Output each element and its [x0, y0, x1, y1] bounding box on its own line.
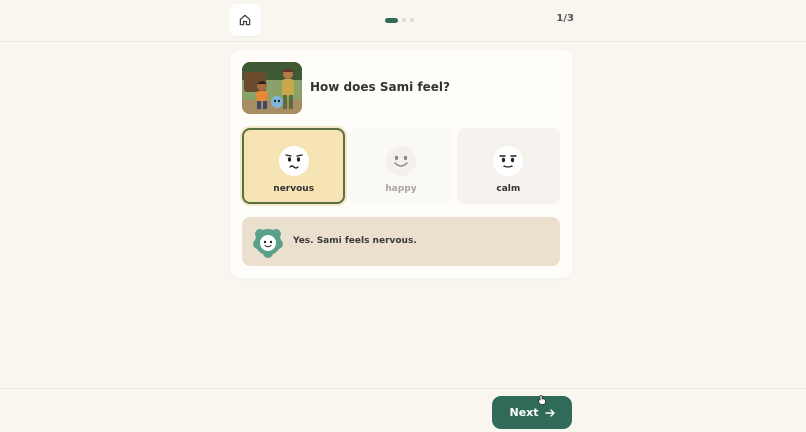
arrow-right-icon — [544, 408, 555, 417]
option-nervous[interactable]: nervous — [242, 128, 346, 204]
top-bar: 1/3 — [0, 0, 806, 42]
mouse-pointer-icon — [538, 395, 546, 405]
mascot-icon — [253, 229, 283, 258]
story-illustration — [242, 62, 302, 114]
progress-indicator — [385, 17, 414, 23]
progress-dot-active — [385, 17, 398, 23]
emotion-options: nervous happy calm — [242, 128, 560, 204]
progress-dot — [410, 18, 414, 22]
next-button[interactable]: Next — [492, 396, 572, 429]
next-button-label: Next — [509, 406, 539, 419]
feedback-text: Yes. Sami feels nervous. — [293, 236, 417, 246]
progress-dot — [402, 18, 406, 22]
option-label: happy — [385, 184, 417, 194]
bottom-bar — [0, 388, 806, 432]
feedback-message: Yes. Sami feels nervous. — [242, 217, 560, 266]
happy-face-icon — [385, 146, 416, 176]
option-label: nervous — [273, 184, 315, 194]
option-label: calm — [496, 184, 521, 194]
home-icon — [239, 14, 251, 26]
question-card: How does Sami feel? nervous happy calm Y… — [230, 50, 572, 278]
option-calm[interactable]: calm — [456, 128, 560, 204]
calm-face-icon — [493, 146, 524, 176]
question-text: How does Sami feel? — [310, 80, 450, 94]
home-button[interactable] — [229, 4, 261, 36]
option-happy[interactable]: happy — [349, 128, 453, 204]
nervous-face-icon — [278, 146, 309, 176]
step-counter: 1/3 — [556, 13, 574, 24]
